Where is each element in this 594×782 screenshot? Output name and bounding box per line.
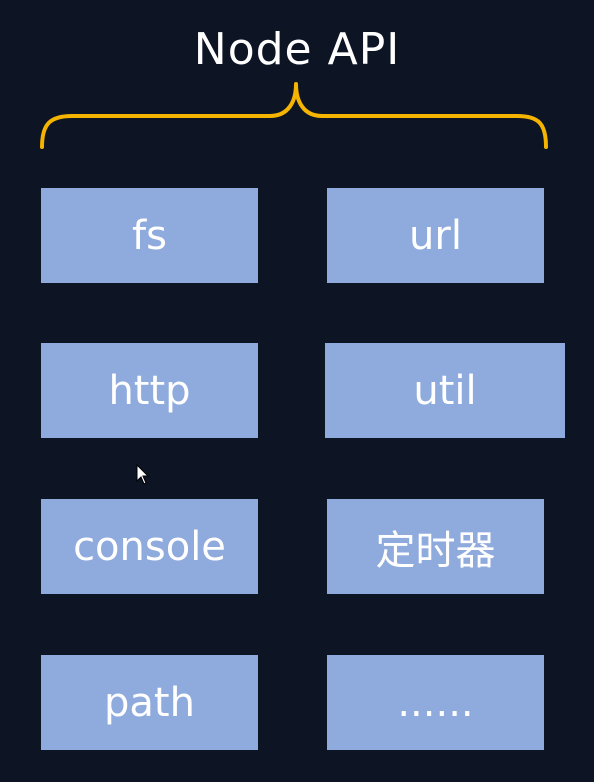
api-box-path: path bbox=[41, 655, 258, 750]
api-box-util: util bbox=[325, 343, 565, 438]
api-box-timers: 定时器 bbox=[327, 499, 544, 594]
api-box-more: ...... bbox=[327, 655, 544, 750]
brace-icon bbox=[40, 82, 548, 149]
api-box-http: http bbox=[41, 343, 258, 438]
api-box-url: url bbox=[327, 188, 544, 283]
mouse-pointer-icon bbox=[136, 464, 150, 485]
api-box-console: console bbox=[41, 499, 258, 594]
api-box-fs: fs bbox=[41, 188, 258, 283]
